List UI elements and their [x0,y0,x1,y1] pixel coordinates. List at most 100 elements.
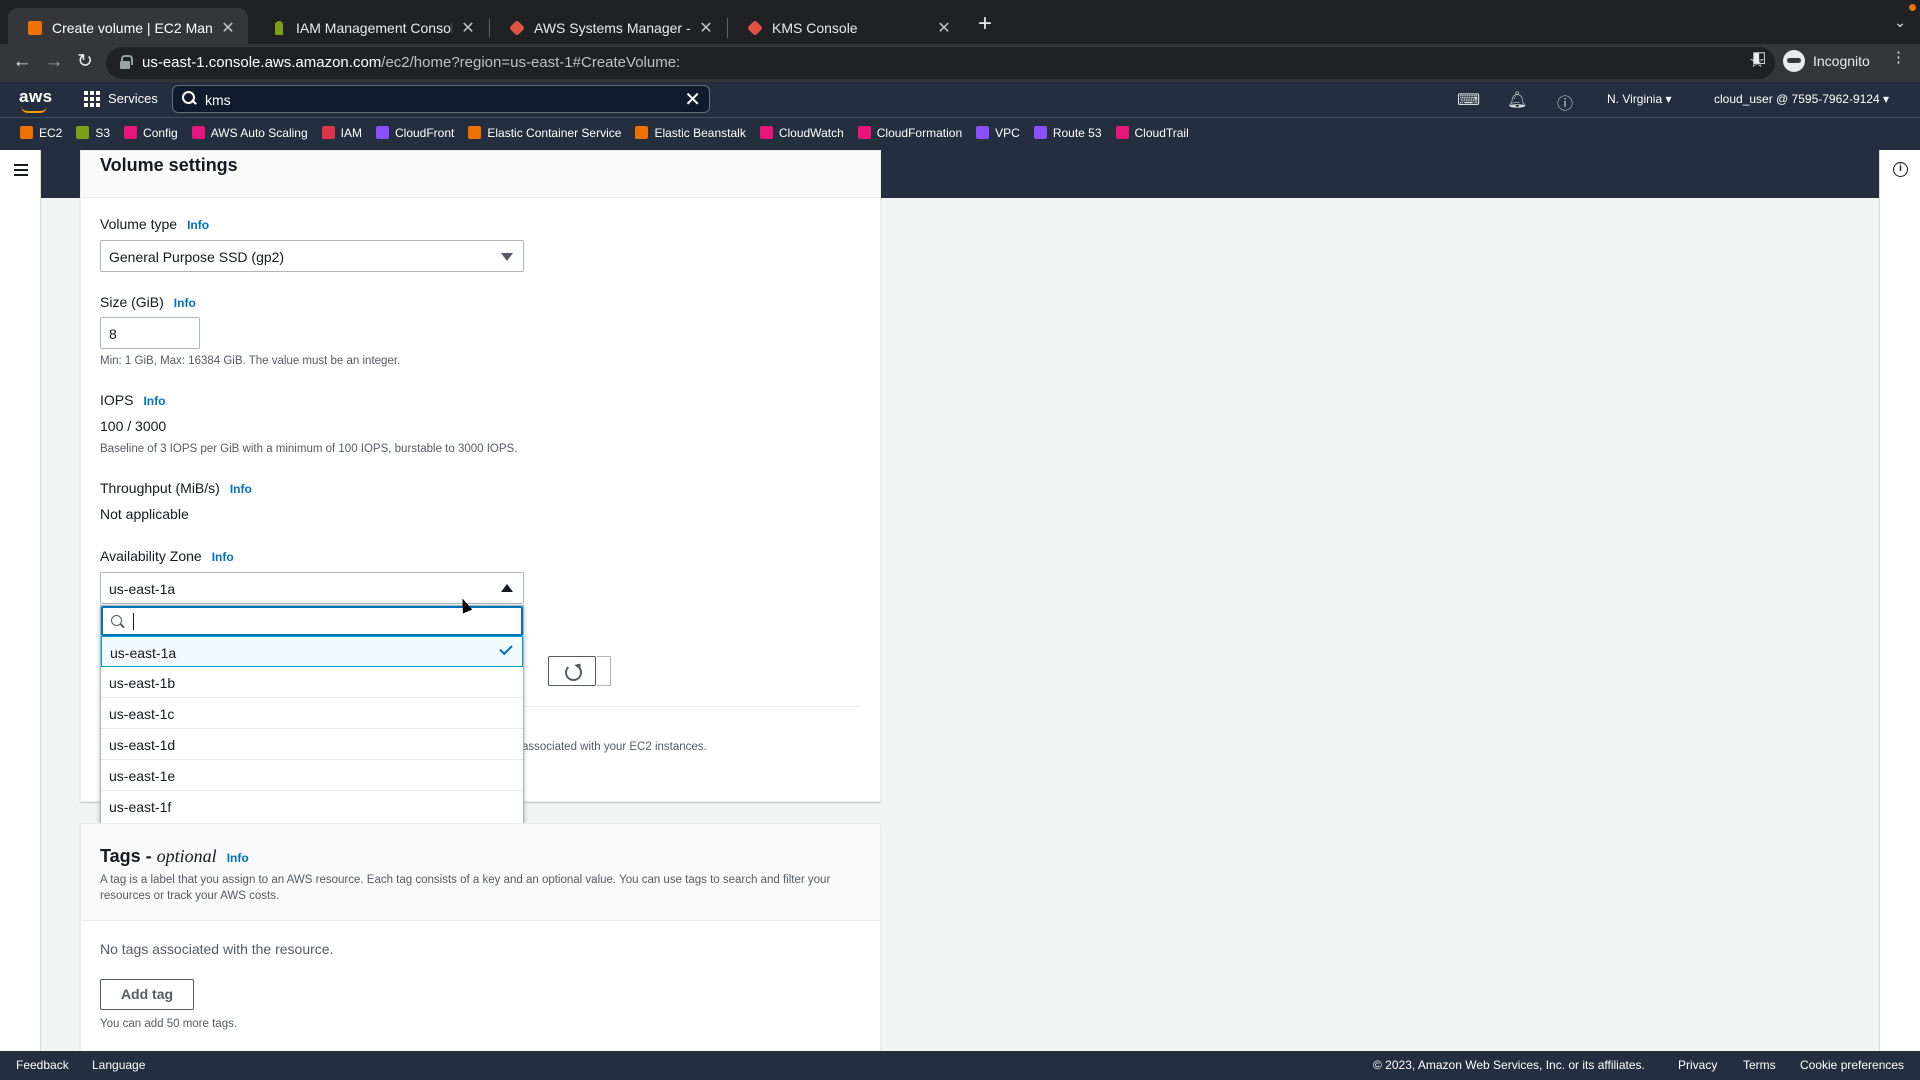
info-link[interactable]: Info [227,851,249,865]
dropdown-option[interactable]: us-east-1d [101,729,523,760]
feedback-link[interactable]: Feedback [16,1058,69,1072]
close-icon[interactable]: ✕ [460,18,476,38]
service-icon [191,126,205,139]
panel-header: Volume settings [81,151,880,198]
availability-zone-dropdown: us-east-1a us-east-1b us-east-1c us-east… [100,605,524,825]
terms-link[interactable]: Terms [1743,1058,1776,1072]
favorite-aws-auto-scaling[interactable]: AWS Auto Scaling [191,126,308,140]
favorite-label: S3 [95,125,111,140]
panel-title: Volume settings [100,155,238,175]
lock-icon [120,55,133,69]
bell-icon[interactable]: 🔔︎ [1507,90,1527,110]
left-rail [0,150,41,1051]
help-icon[interactable]: ⓘ [1557,90,1573,114]
cookie-preferences-link[interactable]: Cookie preferences [1800,1058,1904,1072]
info-link[interactable]: Info [212,550,234,564]
tab-title: AWS Systems Manager - Sess [534,20,690,36]
info-link[interactable]: Info [143,394,165,408]
favorite-label: VPC [995,125,1020,140]
side-panel-icon[interactable]: ◧ [1752,48,1766,66]
favorite-cloudtrail[interactable]: CloudTrail [1115,126,1189,140]
service-icon [1033,126,1047,139]
privacy-link[interactable]: Privacy [1678,1058,1717,1072]
incognito-icon[interactable] [1783,50,1805,72]
dropdown-option[interactable]: us-east-1c [101,698,523,729]
add-tag-button[interactable]: Add tag [100,979,194,1010]
favorite-iam[interactable]: IAM [321,125,362,140]
size-hint: Min: 1 GiB, Max: 16384 GiB. The value mu… [100,355,401,367]
info-panel-icon[interactable]: i [1893,162,1908,177]
back-icon[interactable]: ← [8,48,36,76]
obscured-select-edge [597,656,611,686]
close-icon[interactable]: ✕ [936,18,952,38]
browser-tab-ssm[interactable]: AWS Systems Manager - Sess ✕ [490,8,726,48]
iops-value: 100 / 3000 [100,418,167,434]
dropdown-search-input[interactable] [101,606,523,636]
new-tab-icon[interactable]: + [978,12,992,36]
dropdown-option[interactable]: us-east-1b [101,667,523,698]
favorite-cloudfront[interactable]: CloudFront [376,126,454,140]
check-icon [499,641,513,656]
url-field[interactable]: us-east-1.console.aws.amazon.com/ec2/hom… [106,47,1775,79]
service-icon [1115,126,1129,139]
browser-tab-kms[interactable]: KMS Console ✕ [728,8,964,48]
cloudshell-icon[interactable]: ⌨ [1457,90,1480,110]
input-value: 8 [109,326,117,342]
more-menu-icon[interactable]: ⋮ [1891,48,1906,66]
services-grid-icon[interactable] [84,91,100,107]
favorite-elastic-container-service[interactable]: Elastic Container Service [468,126,621,140]
info-link[interactable]: Info [187,218,209,232]
search-icon [111,615,125,629]
browser-tab-ec2[interactable]: Create volume | EC2 Managem ✕ [8,8,248,48]
url-text: us-east-1.console.aws.amazon.com/ec2/hom… [142,54,681,71]
copyright-text: © 2023, Amazon Web Services, Inc. or its… [1373,1058,1645,1072]
kms-icon [747,20,763,36]
clear-search-icon[interactable]: ✕ [684,87,701,112]
forward-icon[interactable]: → [40,48,68,76]
dropdown-option[interactable]: us-east-1e [101,760,523,791]
volume-type-select[interactable]: General Purpose SSD (gp2) [100,240,524,272]
caret-down-icon [501,253,513,261]
iops-label: IOPS Info [100,392,166,408]
favorite-cloudformation[interactable]: CloudFormation [857,126,962,140]
favorite-label: IAM [340,125,362,140]
refresh-button[interactable] [548,656,596,686]
reload-icon[interactable]: ↻ [71,48,99,76]
region-selector[interactable]: N. Virginia ▾ [1607,92,1672,106]
service-icon [635,126,649,139]
language-link[interactable]: Language [92,1058,145,1072]
browser-tab-iam[interactable]: IAM Management Console ✕ [252,8,488,48]
size-input[interactable]: 8 [100,317,200,349]
caret-up-icon [501,584,513,592]
favorite-elastic-beanstalk[interactable]: Elastic Beanstalk [635,125,746,140]
menu-icon[interactable] [14,164,28,176]
favorite-vpc[interactable]: VPC [976,126,1020,140]
favorite-cloudwatch[interactable]: CloudWatch [759,126,844,140]
favorite-route-53[interactable]: Route 53 [1033,126,1102,140]
favorite-label: EC2 [39,125,63,140]
favorite-config[interactable]: Config [124,126,178,140]
tags-limit-hint: You can add 50 more tags. [100,1018,238,1030]
services-menu[interactable]: Services [108,91,158,106]
close-icon[interactable]: ✕ [698,18,714,38]
close-icon[interactable]: ✕ [220,18,236,38]
info-link[interactable]: Info [174,296,196,310]
dropdown-option[interactable]: us-east-1f [101,791,523,822]
search-value: kms [205,92,231,108]
size-label: Size (GiB) Info [100,294,196,310]
aws-logo[interactable]: aws [19,87,53,113]
favorite-s3[interactable]: S3 [76,126,110,140]
chevron-down-icon[interactable]: ⌄ [1894,14,1906,31]
service-icon [20,126,33,139]
info-link[interactable]: Info [230,482,252,496]
favorite-ec2[interactable]: EC2 [20,126,62,140]
dropdown-option[interactable]: us-east-1a [101,636,523,667]
availability-zone-label: Availability Zone Info [100,548,234,564]
favorite-label: Elastic Container Service [487,125,622,140]
account-menu[interactable]: cloud_user @ 7595-7962-9124 ▾ [1714,92,1889,106]
profile-label[interactable]: Incognito [1813,53,1870,69]
aws-search-input[interactable]: kms ✕ [172,85,710,113]
favorite-label: Elastic Beanstalk [654,125,746,140]
service-icon [468,126,482,139]
service-icon [124,126,138,139]
